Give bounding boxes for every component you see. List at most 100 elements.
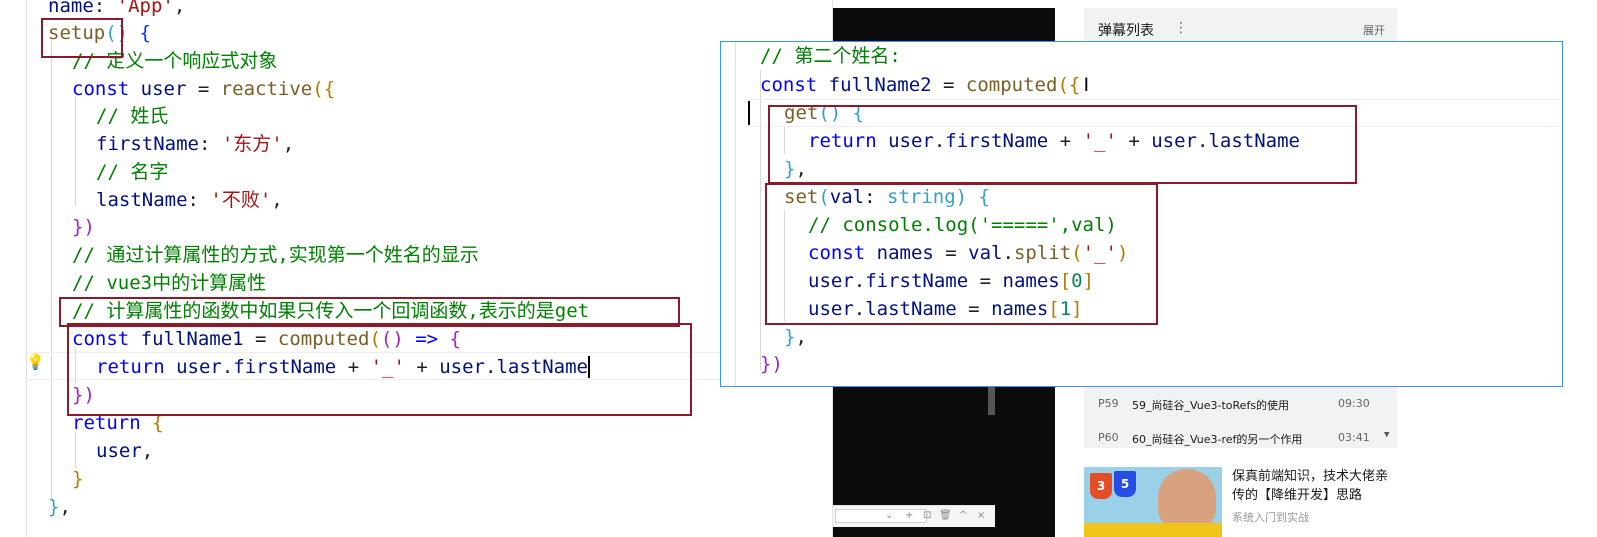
code-token: + (1116, 130, 1152, 152)
expand-button[interactable]: 展开 (1363, 22, 1385, 38)
current-line-highlight (747, 99, 1562, 127)
code-line: }) (72, 381, 95, 409)
code-line: set(val: string) { (784, 183, 990, 211)
code-token: lastName (1208, 130, 1300, 152)
indent-guide (51, 40, 52, 500)
code-line: // 姓氏 (96, 102, 168, 130)
code-editor-left[interactable]: name: 'App', setup() {// 定义一个响应式对象 const u… (0, 0, 833, 537)
text-caret (587, 356, 590, 378)
close-icon[interactable]: × (977, 510, 985, 521)
code-token: user (1151, 130, 1197, 152)
code-token: val (829, 186, 865, 208)
episode-title: 60_尚硅谷_Vue3-ref的另一个作用 (1132, 433, 1303, 446)
code-line: get() { (784, 99, 864, 127)
text-cursor-icon: I (1083, 74, 1090, 96)
code-token: [ (1059, 270, 1072, 292)
code-token: '东方' (221, 133, 283, 155)
code-token: { (139, 22, 151, 44)
code-line: // 定义一个响应式对象 (72, 47, 277, 75)
code-token: setup (48, 22, 106, 44)
code-token: . (933, 130, 946, 152)
chevron-down-icon: ⌄ (885, 510, 894, 521)
code-token: '_' (370, 356, 405, 378)
code-token: lastName (96, 189, 188, 211)
bottom-toolbar: ⌄ + ⊡ 🗑 ^ × (833, 505, 995, 527)
code-line: setup() { (48, 19, 151, 47)
code-token: // 定义一个响应式对象 (72, 50, 278, 72)
code-token: ( (369, 328, 381, 350)
code-token: ] (1071, 298, 1083, 320)
scroll-down-icon[interactable]: ▼ (1384, 430, 1389, 440)
trash-icon[interactable]: 🗑 (939, 510, 952, 521)
code-token: . (1197, 130, 1209, 152)
code-token: user (140, 78, 187, 100)
code-token: '_' (1082, 130, 1117, 152)
code-token: user (888, 130, 934, 152)
recommendation-card[interactable]: 3 5 保真前端知识，技术大佬亲传的【降维开发】思路 系统入门到实战 (1084, 467, 1397, 537)
code-token: => (415, 328, 450, 350)
code-token: get (784, 102, 819, 124)
code-token: + (1048, 130, 1083, 152)
code-token: user (808, 298, 854, 320)
code-token: const (72, 328, 141, 350)
code-token: ( (818, 186, 830, 208)
chevron-up-icon[interactable]: ^ (959, 510, 967, 521)
episode-item[interactable]: P59 59_尚硅谷_Vue3-toRefs的使用 09:30 (1098, 397, 1384, 417)
code-token: () (105, 22, 140, 44)
code-token: ) (955, 186, 979, 208)
code-editor-popup[interactable]: // 第二个姓名: const fullName2 = computed({Ige… (720, 41, 1563, 387)
indent-guide (784, 210, 785, 322)
code-line: user.firstName = names[0] (808, 267, 1094, 295)
code-token: firstName (96, 133, 199, 155)
episode-code: P60 (1098, 431, 1119, 444)
code-token: . (1002, 242, 1014, 264)
episode-duration: 09:30 (1338, 397, 1370, 410)
code-token: () (818, 102, 853, 124)
more-icon[interactable]: ⋮ (1174, 20, 1188, 36)
code-token: '_' (1082, 242, 1117, 264)
gutter-border (26, 0, 27, 537)
code-token: , (271, 189, 283, 211)
episode-item[interactable]: P60 60_尚硅谷_Vue3-ref的另一个作用 03:41 (1098, 431, 1384, 451)
code-token: + (336, 356, 371, 378)
recommendation-subtitle: 系统入门到实战 (1232, 511, 1309, 524)
code-line: }, (784, 323, 807, 351)
code-line: // 计算属性的函数中如果只传入一个回调函数,表示的是get (72, 297, 589, 325)
add-icon[interactable]: + (905, 510, 913, 521)
code-token: = (933, 242, 969, 264)
code-token: ] (1082, 270, 1095, 292)
code-token: // 通过计算属性的方式,实现第一个姓名的显示 (72, 244, 479, 266)
code-token: user (96, 440, 142, 462)
code-line: // 通过计算属性的方式,实现第一个姓名的显示 (72, 241, 479, 269)
code-line: user.lastName = names[1] (808, 295, 1083, 323)
lightbulb-icon[interactable]: 💡 (26, 353, 45, 371)
code-token: : (864, 186, 887, 208)
code-token: }) (760, 353, 783, 375)
code-token: '不败' (210, 189, 272, 211)
recommendation-title[interactable]: 保真前端知识，技术大佬亲传的【降维开发】思路 (1232, 467, 1397, 505)
code-token: 1 (1059, 298, 1072, 320)
code-token: val (968, 242, 1003, 264)
split-icon[interactable]: ⊡ (923, 510, 931, 521)
code-token: names (1002, 270, 1060, 292)
code-token: = (243, 328, 278, 350)
code-line: const user = reactive({ (72, 75, 335, 103)
code-token: = (956, 298, 992, 320)
code-token: }) (72, 384, 95, 406)
scrollbar-thumb[interactable] (988, 385, 995, 415)
code-token: . (853, 270, 866, 292)
code-token: name (48, 0, 94, 17)
code-token: = (186, 78, 221, 100)
code-token: , (141, 440, 154, 462)
code-line: }, (48, 493, 71, 521)
code-token: firstName (945, 130, 1049, 152)
code-line: const names = val.split('_') (808, 239, 1128, 267)
code-token: // 名字 (96, 161, 169, 183)
code-line: } (72, 465, 83, 493)
recommendation-thumbnail[interactable]: 3 5 (1084, 467, 1222, 537)
code-token: computed (277, 328, 370, 350)
code-token: : (93, 0, 117, 17)
code-line: }) (72, 213, 95, 241)
code-token: }) (72, 216, 95, 238)
episode-code: P59 (1098, 397, 1119, 410)
